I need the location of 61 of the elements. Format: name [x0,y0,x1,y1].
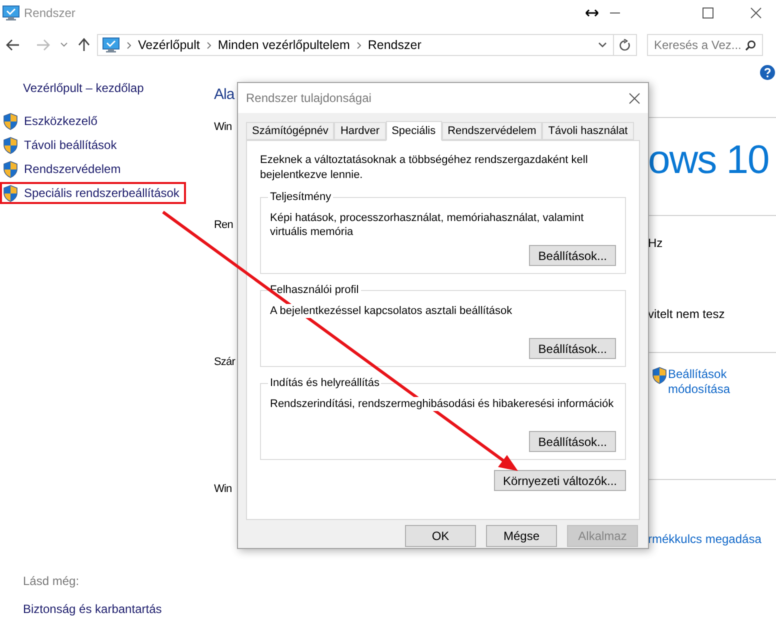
breadcrumb-item[interactable]: Vezérlőpult [138,36,200,54]
breadcrumb-item[interactable]: Rendszer [368,36,422,54]
close-icon[interactable] [750,7,762,19]
tab[interactable]: Számítógépnév [246,122,334,140]
tab[interactable]: Rendszervédelem [442,122,542,140]
environment-variables-button[interactable]: Környezeti változók... [494,470,626,491]
section-label: Win [214,483,232,495]
group-title: Indítás és helyreállítás [268,376,382,390]
dropdown-icon[interactable] [598,42,607,48]
admin-notice: Ezeknek a változtatásoknak a többségéhez rendszergazdaként kell bejelentkezve lennie. [260,153,589,183]
refresh-icon[interactable] [619,38,631,52]
product-key-link[interactable]: rmékkulcs megadása [648,530,776,548]
home-link[interactable]: Vezérlőpult – kezdőlap [23,79,214,97]
tab[interactable]: Speciális [386,121,442,141]
shield-icon [3,112,18,130]
window-title: Rendszer [24,5,76,22]
chevron-icon [127,42,131,48]
section-label: Win [214,121,232,133]
dropdown-icon[interactable] [60,42,68,48]
tab[interactable]: Távoli használat [542,122,634,140]
see-also-link[interactable]: Biztonság és karbantartás [23,600,214,618]
help-icon[interactable] [760,65,775,80]
search-field[interactable]: Keresés a Vez... [647,34,763,56]
sidebar-item[interactable]: Eszközkezelő [0,110,186,132]
settings-button[interactable]: Beállítások... [529,338,616,359]
resize-cursor-icon [585,9,599,17]
group-title: Teljesítmény [268,190,334,204]
dialog-title: Rendszer tulajdonságai [246,90,372,107]
page-heading: Ala [214,85,234,105]
tab[interactable]: Hardver [334,122,386,140]
dialog-button[interactable]: OK [405,525,476,547]
breadcrumb-item[interactable]: Minden vezérlőpultelem [218,36,350,54]
shield-icon [652,367,667,384]
monitor-icon [102,37,120,53]
back-icon[interactable] [6,39,20,51]
address-bar[interactable]: Vezérlőpult Minden vezérlőpultelem Rendszer [97,34,637,56]
section-label: Ren [214,219,233,231]
shield-icon [3,160,18,178]
shield-icon [3,136,18,154]
search-icon [745,40,756,51]
sidebar-item[interactable]: Távoli beállítások [0,134,186,156]
settings-button[interactable]: Beállítások... [529,431,616,452]
maximize-icon[interactable] [702,7,714,19]
dialog-button[interactable]: Mégse [486,525,557,547]
chevron-icon [206,42,211,48]
shield-icon [3,184,18,202]
group-description: Rendszerindítási, rendszermeghibásodási és hibakeresési információk [270,397,614,411]
see-also-title: Lásd még: [23,573,80,590]
group-title: Felhasználói profil [268,283,361,297]
windows-logo-text: ows 10 [648,138,770,182]
info-text: Hz [648,235,664,252]
change-settings-link[interactable]: Beállítások módosítása [668,367,744,397]
section-label: Szár [214,356,236,368]
chevron-icon [356,42,361,48]
close-icon[interactable] [629,92,640,104]
info-text: vitelt nem tesz [648,306,726,323]
settings-button[interactable]: Beállítások... [529,245,616,266]
sidebar-item[interactable]: Rendszervédelem [0,158,186,180]
up-icon[interactable] [78,38,90,52]
sidebar-item[interactable]: Speciális rendszerbeállítások [0,182,186,204]
group-description: A bejelentkezéssel kapcsolatos asztali beállítások [270,304,512,318]
